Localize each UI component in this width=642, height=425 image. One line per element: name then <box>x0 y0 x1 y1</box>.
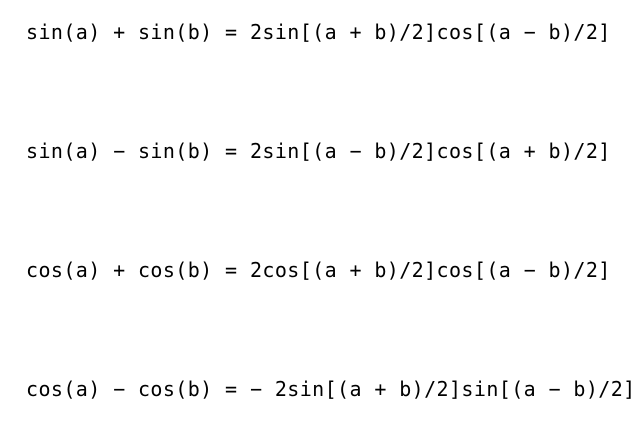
document-page: sin(a) + sin(b) = 2sin[(a + b)/2]cos[(a … <box>0 0 642 425</box>
formula-difference-of-cosines: cos(a) − cos(b) = − 2sin[(a + b)/2]sin[(… <box>26 377 636 401</box>
formula-sum-of-sines: sin(a) + sin(b) = 2sin[(a + b)/2]cos[(a … <box>26 20 611 44</box>
formula-difference-of-sines: sin(a) − sin(b) = 2sin[(a − b)/2]cos[(a … <box>26 139 611 163</box>
formula-sum-of-cosines: cos(a) + cos(b) = 2cos[(a + b)/2]cos[(a … <box>26 258 611 282</box>
